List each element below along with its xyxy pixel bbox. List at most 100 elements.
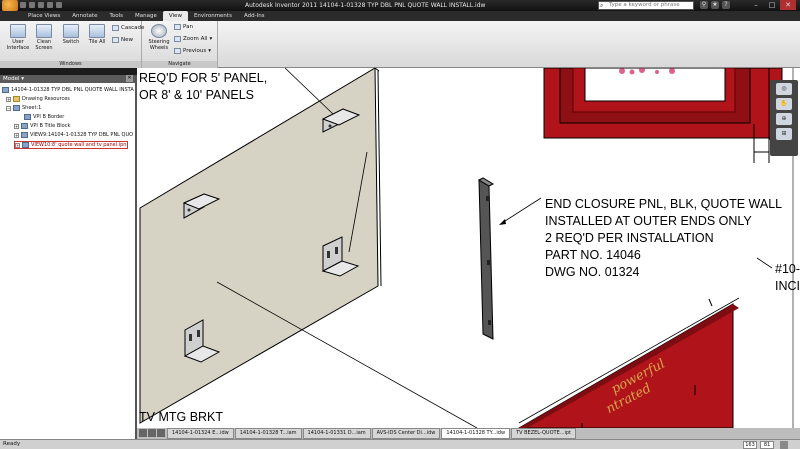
doc-tab[interactable]: 14104-1-01328 T...iam: [234, 428, 302, 439]
border-icon: [24, 114, 31, 120]
tree-item-drawing-resources[interactable]: + Drawing Resources: [6, 96, 70, 102]
help-search-input[interactable]: ⌕ Type a keyword or phrase: [598, 1, 694, 10]
tree-item-drawing[interactable]: 14104-1-01328 TYP DBL PNL QUOTE WALL INS…: [2, 87, 134, 93]
binoculars-icon[interactable]: ⚲: [700, 1, 708, 9]
note-end-closure[interactable]: END CLOSURE PNL, BLK, QUOTE WALL INSTALL…: [545, 196, 782, 281]
tab-add-ins[interactable]: Add-Ins: [238, 11, 271, 21]
zoom-icon[interactable]: ⊕: [776, 113, 792, 125]
expand-icon[interactable]: +: [15, 142, 20, 148]
search-placeholder: Type a keyword or phrase: [609, 2, 680, 8]
tab-annotate[interactable]: Annotate: [66, 11, 103, 21]
zoom-all-label: Zoom All: [183, 36, 208, 42]
tab-tools[interactable]: Tools: [103, 11, 129, 21]
status-count-1: 163: [743, 441, 757, 449]
doc-tab[interactable]: TV BEZEL-QUOTE...ipt: [511, 428, 577, 439]
collapse-icon[interactable]: −: [6, 105, 11, 111]
status-text: Ready: [3, 441, 21, 447]
zoom-icon: [174, 36, 181, 42]
new-window-icon: [112, 37, 119, 43]
tree-item-label: VPI B Border: [33, 114, 65, 120]
pan-icon[interactable]: ✋: [776, 98, 792, 110]
cascade-icon: [112, 25, 119, 31]
note-line: REQ'D FOR 5' PANEL,: [139, 71, 268, 85]
sheet-icon: [13, 105, 20, 111]
tree-item-label: Sheet:1: [22, 105, 42, 111]
windows-panel-title: Windows: [0, 61, 141, 68]
steering-wheel-icon[interactable]: ◎: [776, 83, 792, 95]
drawing-canvas[interactable]: REQ'D FOR 5' PANEL, OR 8' & 10' PANELS E…: [137, 68, 800, 428]
cascade-button[interactable]: Cascade: [112, 25, 144, 31]
status-bar: Ready 163 81: [0, 439, 800, 449]
help-toolbar: ⚲ ★ ?: [700, 1, 730, 9]
doc-tab[interactable]: 14104-1-01324 E...idw: [167, 428, 234, 439]
folder-icon: [13, 96, 20, 102]
tree-item-sheet[interactable]: − Sheet:1: [6, 105, 41, 111]
tree-item-border[interactable]: VPI B Border: [24, 114, 64, 120]
new-icon[interactable]: [20, 2, 26, 8]
model-browser: Model ▾ ✕ 14104-1-01328 TYP DBL PNL QUOT…: [0, 75, 137, 439]
open-icon[interactable]: [29, 2, 35, 8]
new-window-button[interactable]: New: [112, 37, 133, 43]
previous-view-button[interactable]: Previous ▾: [174, 48, 211, 54]
tile-all-button[interactable]: Tile All: [86, 24, 108, 45]
expand-icon[interactable]: +: [14, 132, 19, 138]
application-menu-button[interactable]: [2, 0, 18, 11]
previous-label: Previous: [183, 48, 207, 54]
steering-wheels-button[interactable]: Steering Wheels: [146, 24, 172, 51]
ribbon: User Interface Clean Screen Switch Tile …: [0, 21, 800, 68]
undo-icon[interactable]: [47, 2, 53, 8]
browser-header[interactable]: Model ▾ ✕: [0, 75, 135, 83]
note-line: DWG NO. 01324: [545, 265, 640, 279]
maximize-button[interactable]: □: [764, 0, 780, 10]
ribbon-tabs: Place Views Annotate Tools Manage View E…: [0, 11, 800, 21]
tab-view[interactable]: View: [162, 11, 188, 21]
expand-icon[interactable]: +: [14, 123, 19, 129]
switch-button[interactable]: Switch: [60, 24, 82, 45]
tree-item-view10[interactable]: + VIEW10:8' quote wall and tv panel.ipn: [14, 141, 129, 149]
user-interface-button[interactable]: User Interface: [4, 24, 32, 51]
document-tab-controls: [137, 428, 167, 439]
pan-label: Pan: [183, 24, 193, 30]
chevron-down-icon: ▾: [209, 36, 213, 42]
tile-icon[interactable]: [139, 429, 147, 437]
pan-button[interactable]: Pan: [174, 24, 193, 30]
clean-screen-button[interactable]: Clean Screen: [32, 24, 56, 51]
note-line: #10-: [775, 262, 800, 276]
zoom-all-button[interactable]: Zoom All ▾: [174, 36, 212, 42]
tile-all-label: Tile All: [88, 39, 106, 45]
zoom-extents-icon[interactable]: ⊞: [776, 128, 792, 140]
tree-item-view9[interactable]: + VIEW9:14104-1-01328 TYP DBL PNL QUO: [14, 132, 133, 138]
note-line: 2 REQ'D PER INSTALLATION: [545, 231, 714, 245]
save-icon[interactable]: [38, 2, 44, 8]
star-icon[interactable]: ★: [711, 1, 719, 9]
new-window-label: New: [121, 37, 133, 43]
expand-icon[interactable]: +: [6, 96, 11, 102]
drawing-icon: [2, 87, 9, 93]
arrange-icon[interactable]: [157, 429, 165, 437]
doc-tab[interactable]: AVS-IDS Center Di...idw: [371, 428, 441, 439]
doc-tab-active[interactable]: 14104-1-01328 TY...idw: [441, 428, 511, 439]
browser-title: Model: [3, 76, 20, 82]
drawing-view-icon: [21, 132, 28, 138]
note-panel-requirement[interactable]: REQ'D FOR 5' PANEL, OR 8' & 10' PANELS: [139, 70, 267, 104]
note-right-partial[interactable]: #10- INCI: [775, 261, 800, 295]
note-line: INCI: [775, 279, 800, 293]
minimize-button[interactable]: –: [748, 0, 764, 10]
navigate-panel-title: Navigate: [142, 61, 217, 68]
tree-item-title-block[interactable]: + VPI B Title Block: [14, 123, 70, 129]
tile-all-icon: [89, 24, 105, 38]
help-icon[interactable]: ?: [722, 1, 730, 9]
window-controls: – □ ✕: [748, 0, 796, 10]
close-button[interactable]: ✕: [780, 0, 796, 10]
tree-item-label: VIEW9:14104-1-01328 TYP DBL PNL QUO: [30, 132, 134, 138]
doc-tab[interactable]: 14104-1-01331 D...iam: [302, 428, 371, 439]
close-icon[interactable]: ✕: [126, 75, 133, 82]
tab-environments[interactable]: Environments: [188, 11, 238, 21]
tab-manage[interactable]: Manage: [129, 11, 163, 21]
redo-icon[interactable]: [56, 2, 62, 8]
user-interface-label: User Interface: [6, 39, 30, 51]
cascade-icon[interactable]: [148, 429, 156, 437]
note-tv-bracket[interactable]: TV MTG BRKT: [139, 409, 223, 426]
grip-icon: [780, 441, 788, 449]
tab-place-views[interactable]: Place Views: [22, 11, 66, 21]
